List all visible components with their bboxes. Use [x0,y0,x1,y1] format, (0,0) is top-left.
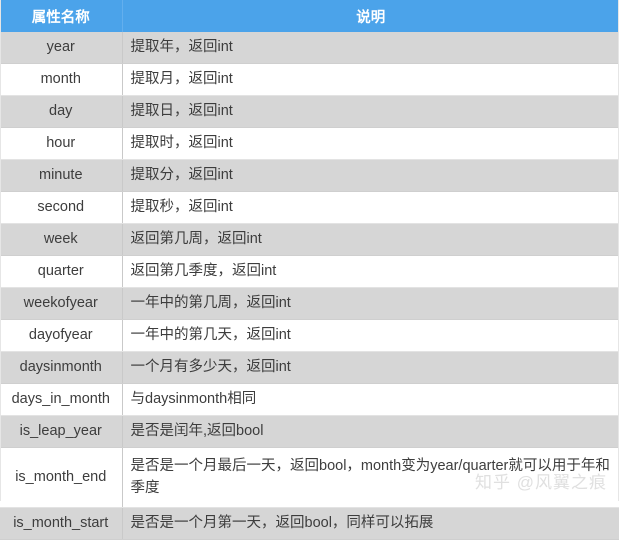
cell-description: 一年中的第几周，返回int [122,287,619,320]
table-row: week 返回第几周，返回int [0,223,619,256]
cell-description: 提取时，返回int [122,127,619,160]
cell-description: 返回第几周，返回int [122,223,619,256]
cell-attribute-name: weekofyear [0,287,123,320]
table-row: hour 提取时，返回int [0,127,619,160]
cell-description: 提取分，返回int [122,159,619,192]
cell-attribute-name: year [0,32,123,64]
table-header: 属性名称 说明 [0,0,619,32]
table-row: dayofyear 一年中的第几天，返回int [0,319,619,352]
attribute-table-container: 属性名称 说明 year 提取年，返回int month 提取月，返回int day 提取… [0,0,619,540]
cell-attribute-name: minute [0,159,123,192]
table-row: weekofyear 一年中的第几周，返回int [0,287,619,320]
cell-description: 是否是一个月最后一天，返回bool，month变为year/quarter就可以… [122,447,619,508]
table-row: day 提取日，返回int [0,95,619,128]
cell-description: 返回第几季度，返回int [122,255,619,288]
cell-description: 一个月有多少天，返回int [122,351,619,384]
cell-attribute-name: week [0,223,123,256]
table-row: is_month_end 是否是一个月最后一天，返回bool，month变为yea… [0,447,619,508]
table-row: is_leap_year 是否是闰年,返回bool [0,415,619,448]
cell-attribute-name: day [0,95,123,128]
cell-description: 提取月，返回int [122,63,619,96]
cell-description: 提取秒，返回int [122,191,619,224]
cell-attribute-name: month [0,63,123,96]
cell-description: 一年中的第几天，返回int [122,319,619,352]
column-header-description: 说明 [122,0,619,32]
cell-attribute-name: is_month_start [0,507,123,540]
cell-attribute-name: is_month_end [0,447,123,508]
table-row: month 提取月，返回int [0,63,619,96]
cell-attribute-name: dayofyear [0,319,123,352]
cell-attribute-name: hour [0,127,123,160]
cell-attribute-name: is_leap_year [0,415,123,448]
cell-description: 提取年，返回int [122,32,619,64]
table-row: minute 提取分，返回int [0,159,619,192]
table-row: days_in_month 与daysinmonth相同 [0,383,619,416]
table-row: is_month_start 是否是一个月第一天，返回bool，同样可以拓展 [0,507,619,540]
datetime-attributes-table: 属性名称 说明 year 提取年，返回int month 提取月，返回int day 提取… [0,0,619,540]
cell-description: 与daysinmonth相同 [122,383,619,416]
cell-description: 是否是闰年,返回bool [122,415,619,448]
table-header-row: 属性名称 说明 [0,0,619,32]
table-row: daysinmonth 一个月有多少天，返回int [0,351,619,384]
cell-attribute-name: daysinmonth [0,351,123,384]
cell-attribute-name: days_in_month [0,383,123,416]
column-header-attribute-name: 属性名称 [0,0,123,32]
cell-attribute-name: second [0,191,123,224]
table-row: second 提取秒，返回int [0,191,619,224]
table-body: year 提取年，返回int month 提取月，返回int day 提取日，返回int h… [0,32,619,540]
table-row: year 提取年，返回int [0,32,619,64]
table-row: quarter 返回第几季度，返回int [0,255,619,288]
cell-description: 提取日，返回int [122,95,619,128]
cell-description: 是否是一个月第一天，返回bool，同样可以拓展 [122,507,619,540]
cell-attribute-name: quarter [0,255,123,288]
